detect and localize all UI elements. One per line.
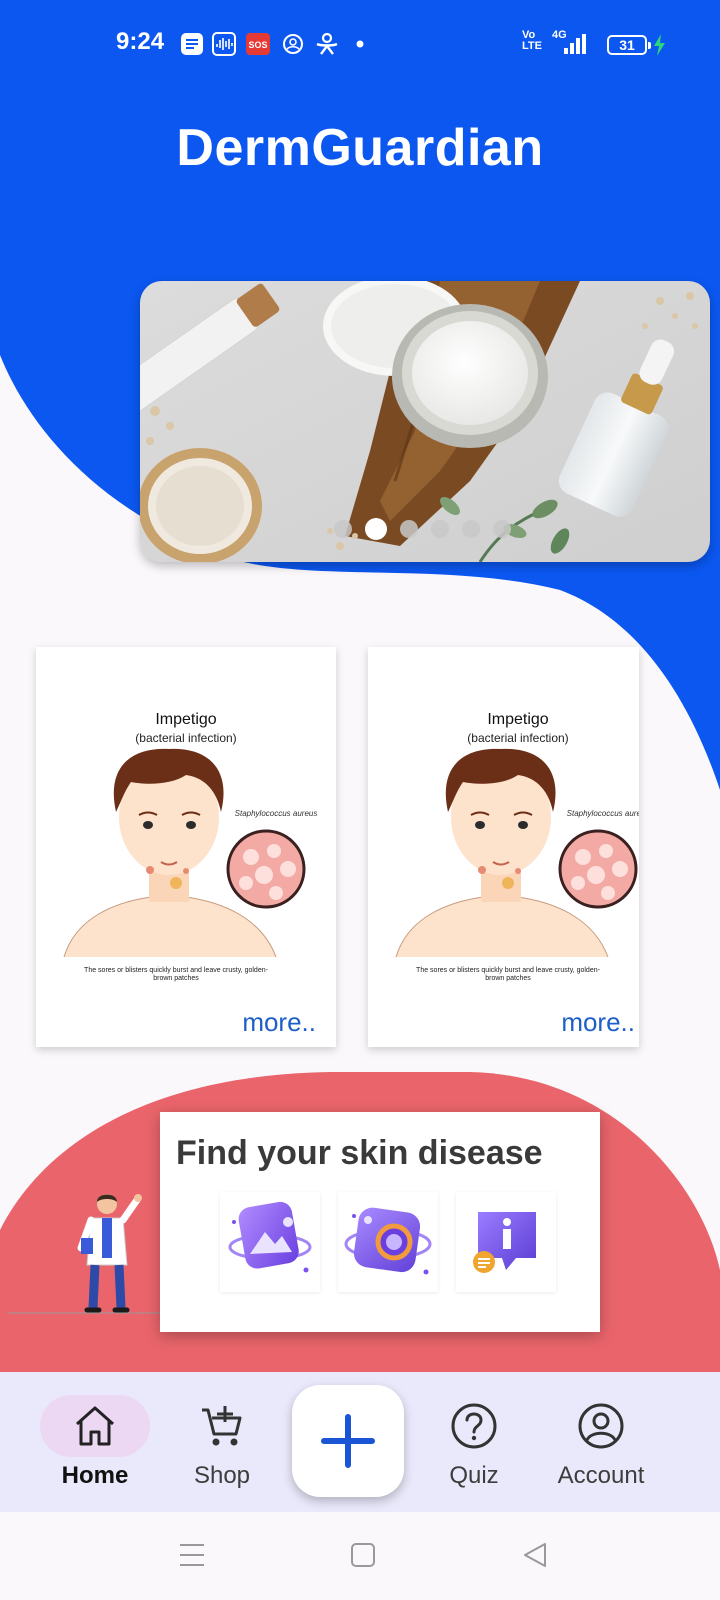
card-organism-label: Staphylococcus aureus [566, 809, 639, 818]
question-icon [451, 1403, 497, 1449]
disease-info-card[interactable]: Impetigo (bacterial infection) Staphyloc… [368, 647, 639, 1047]
carousel-dot[interactable] [431, 520, 449, 538]
camera-icon [344, 1207, 432, 1275]
charging-icon [654, 34, 665, 56]
carousel-indicators[interactable] [334, 518, 511, 540]
plus-icon [321, 1414, 375, 1468]
notes-icon [181, 33, 203, 55]
card-subtitle: (bacterial infection) [135, 731, 237, 745]
disease-info-card[interactable]: Impetigo (bacterial infection) Staphyloc… [36, 647, 336, 1047]
carousel-dot[interactable] [365, 518, 387, 540]
nav-quiz-label: Quiz [449, 1462, 499, 1489]
impetigo-illustration [395, 748, 638, 958]
nav-account[interactable]: Account [536, 1372, 666, 1512]
camera-button[interactable] [338, 1192, 438, 1292]
svg-text:SOS: SOS [248, 40, 267, 50]
nav-quiz[interactable]: Quiz [424, 1372, 524, 1512]
nav-home-label: Home [61, 1462, 129, 1489]
volte-indicator: Vo LTE [522, 29, 542, 52]
nav-shop-label: Shop [193, 1462, 251, 1489]
more-link[interactable]: more.. [561, 1007, 635, 1038]
find-skin-disease-card: Find your skin disease [160, 1112, 600, 1332]
carousel-dot[interactable] [400, 520, 418, 538]
carousel-dot[interactable] [462, 520, 480, 538]
info-button[interactable] [456, 1192, 556, 1292]
back-icon[interactable] [522, 1541, 548, 1569]
find-title: Find your skin disease [176, 1134, 543, 1172]
menu-icon[interactable] [178, 1542, 206, 1568]
sos-icon: SOS [246, 33, 270, 55]
card-title: Impetigo [487, 711, 549, 728]
more-link[interactable]: more.. [242, 1007, 316, 1038]
app-title: DermGuardian [176, 119, 544, 177]
info-icon [473, 1212, 536, 1273]
status-bar: 9:24 SOS Vo LTE 4G 31 [0, 0, 720, 90]
home-icon [76, 1406, 114, 1446]
home-square-icon[interactable] [350, 1542, 376, 1568]
dot-icon [356, 40, 364, 48]
banner-carousel[interactable] [140, 281, 710, 562]
card-note: The sores or blisters quickly burst and … [84, 967, 268, 982]
card-subtitle: (bacterial infection) [467, 731, 569, 745]
status-time: 9:24 [116, 28, 165, 55]
voice-recorder-icon [212, 32, 236, 56]
card-organism-label: Staphylococcus aureus [234, 809, 318, 818]
card-title: Impetigo [155, 711, 217, 728]
care-icon [283, 34, 303, 54]
assistant-icon [316, 32, 338, 55]
nav-account-label: Account [557, 1462, 645, 1489]
system-navigation-bar [0, 1512, 720, 1600]
signal-icon [564, 34, 586, 54]
battery-indicator: 31 [607, 35, 651, 55]
card-note: The sores or blisters quickly burst and … [416, 967, 600, 982]
add-fab-button[interactable] [292, 1385, 404, 1497]
carousel-dot[interactable] [493, 520, 511, 538]
impetigo-illustration [63, 748, 306, 958]
gallery-icon [228, 1201, 312, 1273]
gallery-button[interactable] [220, 1192, 320, 1292]
carousel-dot[interactable] [334, 520, 352, 538]
nav-shop[interactable]: Shop [172, 1372, 272, 1512]
doctor-illustration [77, 1194, 142, 1313]
cart-add-icon [202, 1406, 242, 1446]
nav-home[interactable]: Home [40, 1372, 150, 1512]
account-icon [578, 1403, 624, 1449]
